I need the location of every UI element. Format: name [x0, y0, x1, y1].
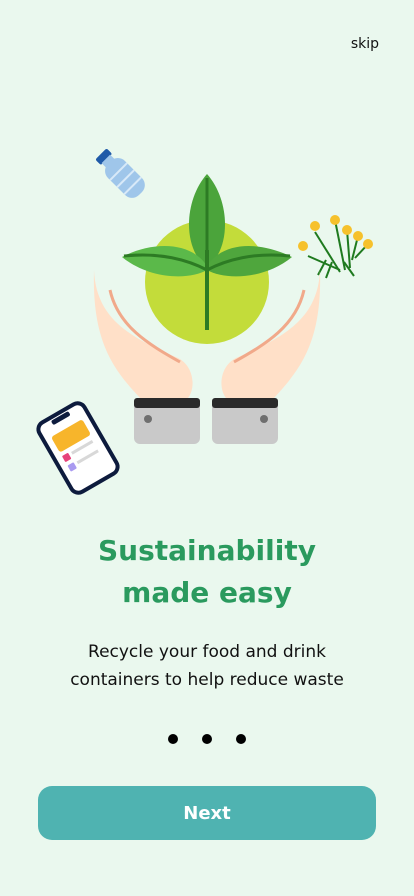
- skip-button[interactable]: skip: [351, 36, 379, 52]
- subtitle-line-2: containers to help reduce waste: [70, 670, 344, 690]
- plant-icon: [122, 174, 292, 330]
- page-indicator: [0, 734, 414, 744]
- flowers-icon: [298, 215, 373, 279]
- title-line-2: made easy: [122, 576, 292, 609]
- subtitle-line-1: Recycle your food and drink: [88, 642, 326, 662]
- title-line-1: Sustainability: [98, 534, 316, 567]
- next-button[interactable]: Next: [38, 786, 376, 840]
- page-dot[interactable]: [168, 734, 178, 744]
- page-dot[interactable]: [202, 734, 212, 744]
- onboarding-illustration: [36, 149, 373, 495]
- onboarding-subtitle: Recycle your food and drink containers t…: [0, 638, 414, 694]
- phone-icon: [36, 401, 120, 495]
- page-dot[interactable]: [236, 734, 246, 744]
- plastic-bottle-icon: [96, 149, 145, 198]
- onboarding-title: Sustainability made easy: [0, 530, 414, 614]
